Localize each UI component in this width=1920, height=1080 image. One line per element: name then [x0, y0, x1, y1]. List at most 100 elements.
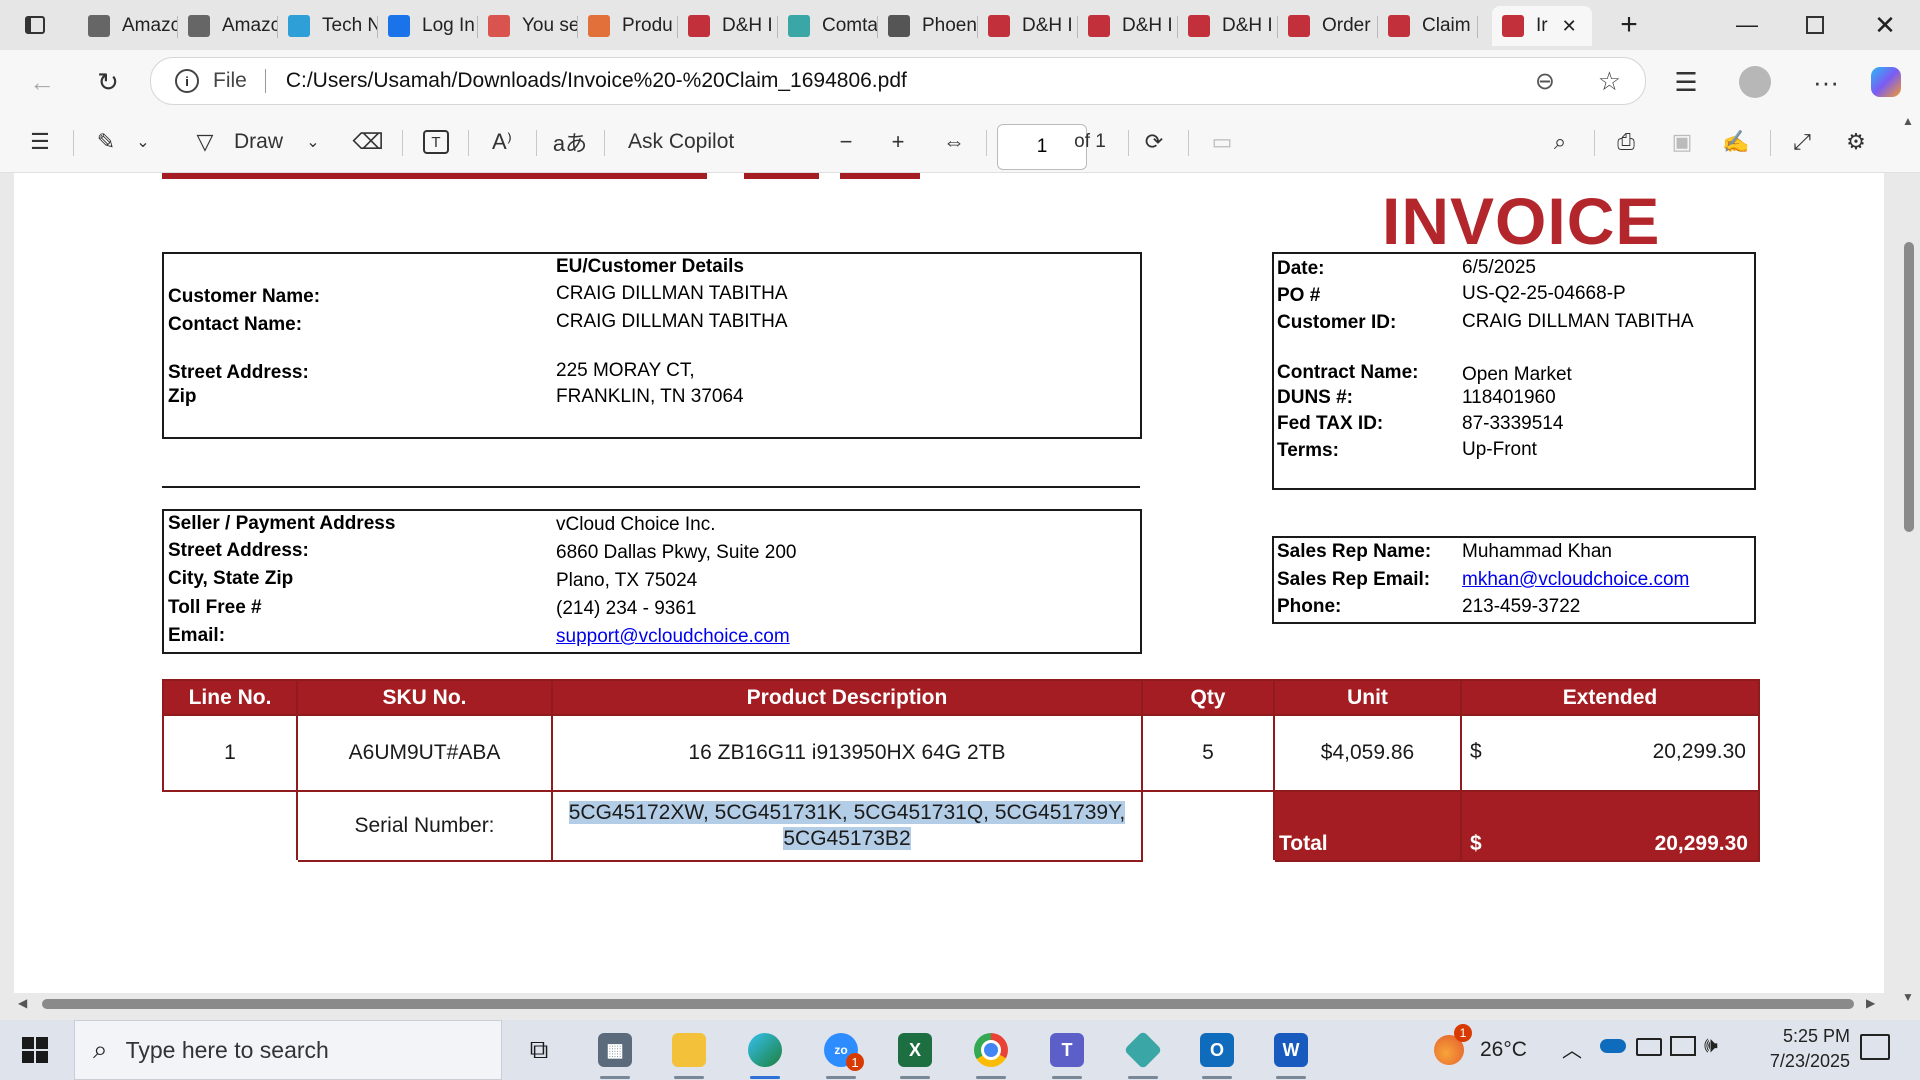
horizontal-scrollbar[interactable]: ◀ ▶	[0, 992, 1895, 1016]
minus-icon: −	[839, 129, 853, 154]
start-button[interactable]	[6, 1027, 64, 1073]
url-text[interactable]: C:/Users/Usamah/Downloads/Invoice%20-%20…	[286, 69, 907, 93]
volume-icon[interactable]: 🕪	[1704, 1032, 1718, 1058]
browser-tab[interactable]: Ir ✕	[1492, 6, 1592, 46]
serial-numbers-line-2[interactable]: 5CG45173B2	[783, 827, 911, 850]
highlight-dropdown[interactable]: ⌄	[128, 122, 158, 162]
scroll-right-arrow[interactable]: ▶	[1866, 996, 1875, 1010]
scroll-down-arrow[interactable]: ▼	[1902, 990, 1914, 1004]
edge-app[interactable]	[736, 1027, 794, 1079]
browser-tab[interactable]: D&H I	[678, 6, 778, 46]
browser-tab[interactable]: D&H I	[1078, 6, 1178, 46]
profile-button[interactable]	[1735, 62, 1775, 102]
translate-button[interactable]: aあ	[552, 122, 588, 162]
serial-numbers-cell[interactable]: 5CG45172XW, 5CG451731K, 5CG451731Q, 5CG4…	[551, 790, 1143, 862]
settings-button[interactable]: ⚙	[1838, 122, 1874, 162]
more-options-button[interactable]: ···	[1806, 62, 1846, 102]
minimize-button[interactable]: —	[1714, 0, 1780, 50]
onedrive-icon[interactable]	[1600, 1039, 1626, 1053]
new-tab-button[interactable]: +	[1596, 0, 1662, 50]
browser-tab[interactable]: Amazc	[78, 6, 178, 46]
close-window-button[interactable]: ✕	[1852, 0, 1918, 50]
refresh-button[interactable]: ↻	[88, 62, 128, 102]
horizontal-scroll-thumb[interactable]	[42, 999, 1854, 1009]
save-as-button[interactable]: ✍	[1718, 122, 1754, 162]
draw-icon-button[interactable]: ▽	[190, 122, 220, 162]
restore-button[interactable]	[1782, 0, 1848, 50]
highlight-button[interactable]: ✎	[88, 122, 124, 162]
save-button[interactable]: ▣	[1664, 122, 1700, 162]
task-view-button[interactable]: ⧉	[510, 1027, 568, 1073]
taskbar-search-box[interactable]: ⌕ Type here to search	[74, 1020, 502, 1080]
favorites-icon: ☰	[1674, 66, 1698, 97]
zoom-app[interactable]: zo 1	[812, 1027, 870, 1079]
page-view-button[interactable]: ▭	[1204, 122, 1240, 162]
avatar	[1739, 66, 1771, 98]
print-button[interactable]: ⎙	[1608, 122, 1644, 162]
browser-tab[interactable]: Produ	[578, 6, 678, 46]
calculator-app[interactable]: ▦	[586, 1027, 644, 1079]
show-hidden-icons[interactable]: ︿	[1562, 1034, 1582, 1063]
read-aloud-button[interactable]: A⁾	[484, 122, 520, 162]
zoom-out-button[interactable]: −	[828, 122, 864, 162]
text-button[interactable]: T	[418, 122, 454, 162]
favorite-star-icon[interactable]: ☆	[1598, 66, 1621, 97]
folder-icon	[672, 1033, 706, 1067]
browser-tab[interactable]: Log In	[378, 6, 478, 46]
seller-email-link[interactable]: support@vcloudchoice.com	[556, 626, 790, 648]
browser-tab[interactable]: Order	[1278, 6, 1378, 46]
browser-tab[interactable]: Amazc	[178, 6, 278, 46]
network-icon[interactable]	[1670, 1036, 1696, 1056]
chrome-app[interactable]	[962, 1027, 1020, 1079]
contents-button[interactable]: ☰	[22, 122, 58, 162]
draw-button[interactable]: Draw	[234, 122, 283, 162]
favorites-button[interactable]: ☰	[1666, 62, 1706, 102]
ask-copilot-button[interactable]: Ask Copilot	[628, 122, 734, 162]
fullscreen-button[interactable]: ⤢	[1784, 122, 1820, 162]
battery-icon[interactable]	[1636, 1038, 1662, 1056]
zoom-out-icon[interactable]: ⊖	[1535, 67, 1555, 96]
browser-tab[interactable]: Comta	[778, 6, 878, 46]
teams-app[interactable]: T	[1038, 1027, 1096, 1079]
find-button[interactable]: ⌕	[1542, 122, 1578, 162]
scroll-up-arrow[interactable]: ▲	[1902, 114, 1914, 128]
extended-currency: $	[1470, 740, 1482, 763]
draw-dropdown[interactable]: ⌄	[298, 122, 328, 162]
print-icon: ⎙	[1617, 129, 1635, 154]
customer-details-box	[162, 252, 1142, 439]
tab-actions-button[interactable]	[2, 0, 68, 50]
address-bar[interactable]: i File C:/Users/Usamah/Downloads/Invoice…	[150, 57, 1646, 105]
browser-tab[interactable]: Phoen	[878, 6, 978, 46]
sales-rep-email-link[interactable]: mkhan@vcloudchoice.com	[1462, 569, 1689, 591]
copilot-button[interactable]	[1866, 62, 1906, 102]
file-explorer-app[interactable]	[660, 1027, 718, 1079]
vertical-scroll-thumb[interactable]	[1904, 242, 1914, 532]
pdf-viewport[interactable]: INVOICE EU/Customer Details Customer Nam…	[0, 173, 1920, 1020]
tab-label: Amazc	[122, 15, 178, 36]
back-button[interactable]: ←	[22, 62, 62, 102]
browser-tab[interactable]: You se	[478, 6, 578, 46]
browser-tab[interactable]: D&H I	[1178, 6, 1278, 46]
word-app[interactable]: W	[1262, 1027, 1320, 1079]
notifications-button[interactable]	[1860, 1034, 1890, 1060]
browser-tab[interactable]: Claim	[1378, 6, 1478, 46]
erase-button[interactable]: ⌫	[350, 122, 386, 162]
amazon-icon	[88, 15, 110, 37]
fit-width-icon: ⇔	[943, 129, 965, 154]
close-tab-icon[interactable]: ✕	[1562, 16, 1577, 37]
vertical-scrollbar[interactable]: ▲ ▼	[1898, 112, 1920, 1020]
clock-date: 7/23/2025	[1769, 1051, 1850, 1071]
serial-numbers-line-1[interactable]: 5CG45172XW, 5CG451731K, 5CG451731Q, 5CG4…	[568, 801, 1126, 824]
weather-widget[interactable]: 1 26°C	[1434, 1024, 1527, 1070]
expand-icon: ⤢	[1793, 129, 1811, 154]
browser-tab[interactable]: Tech N	[278, 6, 378, 46]
outlook-app[interactable]: O	[1188, 1027, 1246, 1079]
browser-tab[interactable]: D&H I	[978, 6, 1078, 46]
zoom-in-button[interactable]: +	[880, 122, 916, 162]
clock[interactable]: 5:25 PM 7/23/2025	[1740, 1026, 1850, 1072]
scroll-left-arrow[interactable]: ◀	[18, 996, 27, 1010]
fit-width-button[interactable]: ⇔	[934, 122, 974, 162]
app-diamond[interactable]	[1114, 1027, 1172, 1079]
excel-app[interactable]: X	[886, 1027, 944, 1079]
rotate-button[interactable]: ⟳	[1136, 122, 1172, 162]
